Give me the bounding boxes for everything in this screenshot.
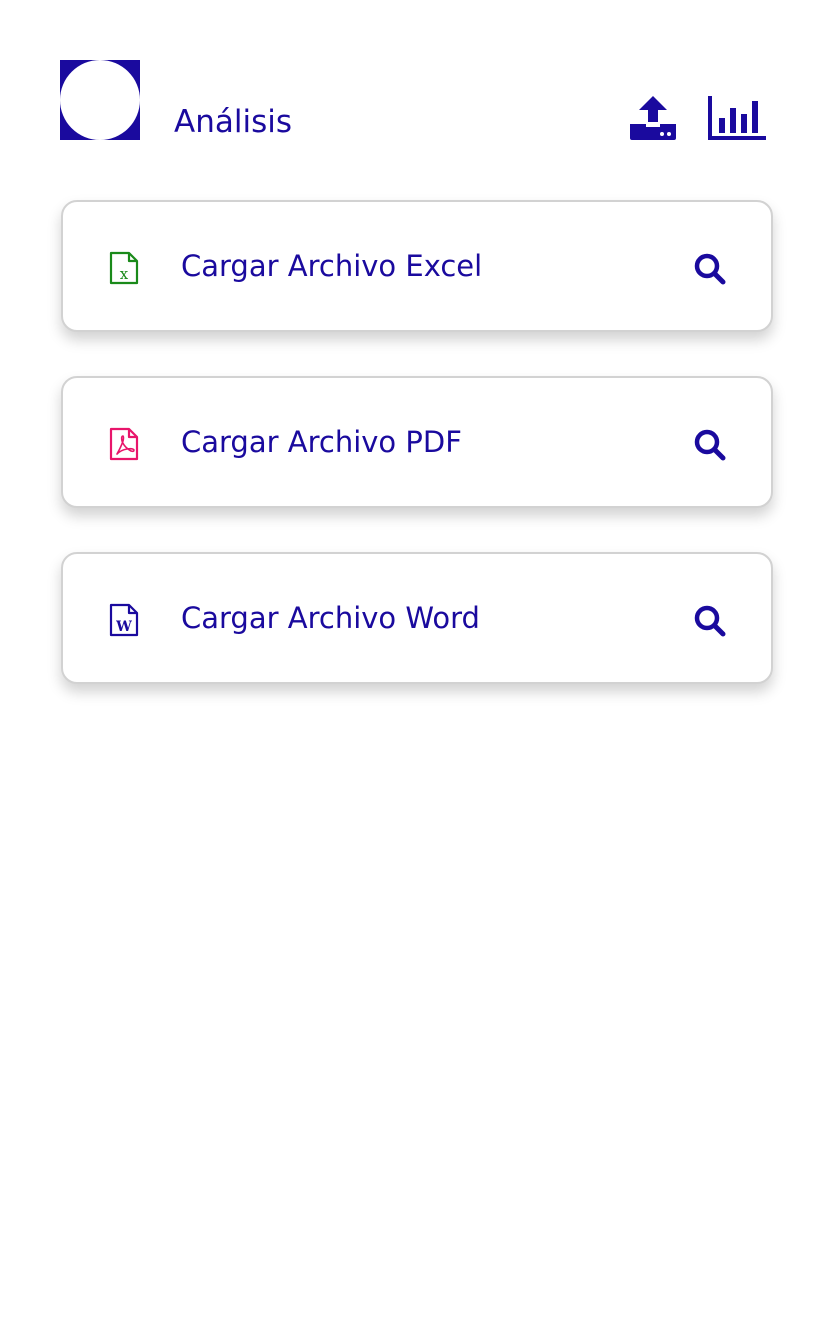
- card-label: Cargar Archivo Word: [181, 601, 480, 635]
- search-icon[interactable]: [693, 428, 727, 462]
- svg-text:W: W: [115, 619, 132, 635]
- page-title: Análisis: [174, 104, 292, 140]
- svg-text:x: x: [120, 265, 129, 283]
- upload-pdf-card[interactable]: Cargar Archivo PDF: [61, 376, 773, 508]
- logo: [60, 60, 140, 140]
- page: Análisis x Cargar Archivo Excel Cargar A…: [0, 0, 836, 1320]
- logo-circle: [60, 60, 140, 140]
- excel-file-icon: x: [109, 251, 141, 285]
- search-icon[interactable]: [693, 604, 727, 638]
- upload-excel-card[interactable]: x Cargar Archivo Excel: [61, 200, 773, 332]
- upload-icon[interactable]: [628, 94, 678, 144]
- search-icon[interactable]: [693, 252, 727, 286]
- card-label: Cargar Archivo PDF: [181, 425, 462, 459]
- upload-word-card[interactable]: W Cargar Archivo Word: [61, 552, 773, 684]
- pdf-file-icon: [109, 427, 141, 461]
- word-file-icon: W: [109, 603, 141, 637]
- card-label: Cargar Archivo Excel: [181, 249, 483, 283]
- bar-chart-icon[interactable]: [708, 96, 768, 144]
- header: Análisis: [60, 60, 776, 140]
